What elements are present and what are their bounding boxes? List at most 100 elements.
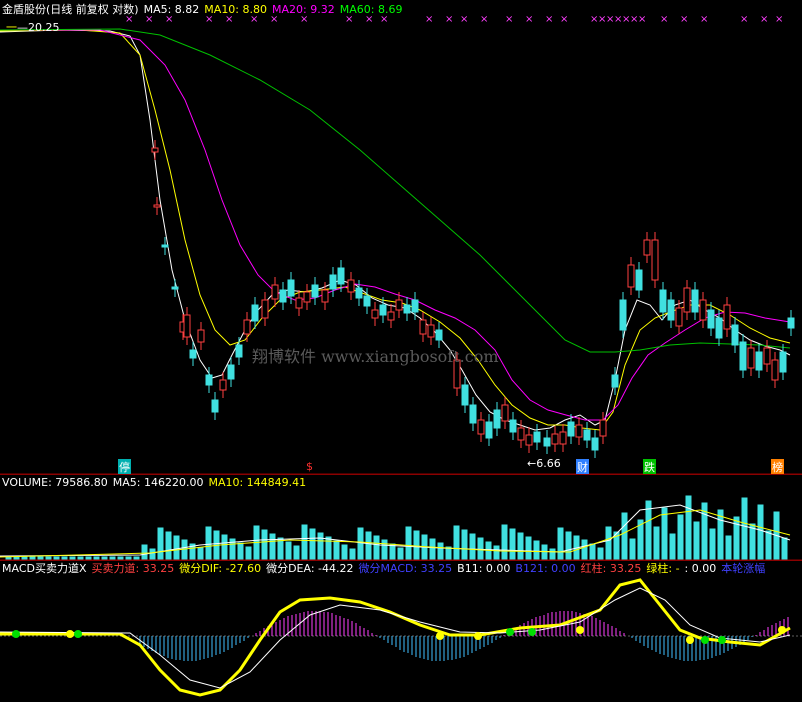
volume-bar — [237, 542, 244, 560]
macd-legend-item-1[interactable]: 买卖力道: 33.25 — [92, 562, 175, 575]
candle-body — [779, 351, 787, 373]
ma-legend-item-3[interactable]: MA60: 8.69 — [340, 3, 403, 16]
candle-body — [427, 324, 435, 338]
candle-body — [651, 239, 659, 281]
volume-bar — [389, 543, 396, 560]
macd-signal-dot-icon — [74, 630, 82, 638]
candle-body — [419, 319, 427, 335]
volume-bar — [149, 548, 156, 560]
volume-bar — [37, 556, 44, 560]
macd-signal-dot-icon — [686, 636, 694, 644]
x-marker-icon: × — [505, 14, 513, 25]
macd-legend-item-0[interactable]: MACD买卖力道X — [2, 562, 87, 575]
candle-body — [683, 287, 691, 313]
volume-bar — [533, 540, 540, 560]
volume-bar — [469, 533, 476, 560]
volume-bar — [493, 545, 500, 560]
event-badge-halt[interactable]: 停 — [118, 459, 131, 475]
ma5-line — [0, 29, 791, 431]
volume-legend-item-1[interactable]: MA5: 146220.00 — [113, 476, 204, 489]
macd-legend-item-9[interactable]: : 0.00 — [685, 562, 717, 575]
volume-bar — [429, 538, 436, 560]
event-badge-finance[interactable]: 财 — [576, 459, 589, 475]
macd-legend-item-2[interactable]: 微分DIF: -27.60 — [179, 562, 261, 575]
volume-bar — [725, 535, 732, 560]
candle-body — [763, 347, 771, 365]
event-badge-dollar[interactable]: $ — [306, 460, 313, 473]
candle-body — [731, 324, 739, 346]
volume-bar — [133, 556, 140, 560]
volume-bar — [677, 514, 684, 560]
candle-body — [485, 421, 493, 439]
ma-legend-item-1[interactable]: MA10: 8.80 — [204, 3, 267, 16]
candle-body — [659, 289, 667, 313]
candle-body — [153, 204, 161, 208]
high-price-value: 20.25 — [28, 21, 60, 34]
candle-body — [189, 349, 197, 359]
macd-legend-item-5[interactable]: B11: 0.00 — [457, 562, 510, 575]
candle-body — [787, 317, 795, 329]
volume-bar — [565, 531, 572, 560]
event-badge-rank[interactable]: 榜 — [771, 459, 784, 475]
volume-bar — [357, 527, 364, 560]
candle-body — [205, 374, 213, 386]
x-marker-icon: × — [740, 14, 748, 25]
ma-lines — [0, 28, 791, 431]
volume-bar — [661, 507, 668, 560]
volume-bar — [21, 556, 28, 560]
volume-bar — [365, 531, 372, 560]
volume-bar — [621, 512, 628, 560]
candle-body — [355, 287, 363, 299]
x-marker-icon: × — [775, 14, 783, 25]
volume-bar — [85, 556, 92, 560]
candle-body — [699, 299, 707, 321]
macd-legend-item-3[interactable]: 微分DEA: -44.22 — [266, 562, 353, 575]
volume-legend-item-0[interactable]: VOLUME: 79586.80 — [2, 476, 108, 489]
volume-bar — [261, 529, 268, 560]
x-marker-icon: × — [460, 14, 468, 25]
macd-legend-item-4[interactable]: 微分MACD: 33.25 — [359, 562, 453, 575]
volume-bar — [589, 543, 596, 560]
event-badge-drop[interactable]: 跌 — [643, 459, 656, 475]
x-marker-icon: × — [480, 14, 488, 25]
volume-bar — [685, 495, 692, 560]
candle-body — [321, 289, 329, 303]
ma-legend-item-2[interactable]: MA20: 9.32 — [272, 3, 335, 16]
candle-body — [371, 309, 379, 319]
macd-signal-dot-icon — [436, 632, 444, 640]
macd-signal-dot-icon — [778, 626, 786, 634]
macd-legend-item-7[interactable]: 红柱: 33.25 — [581, 562, 642, 575]
candle-body — [151, 147, 159, 153]
macd-legend-item-8[interactable]: 绿柱: - — [646, 562, 679, 575]
volume-bar — [509, 528, 516, 560]
high-price-line-icon: — — [17, 21, 28, 34]
volume-bar — [517, 532, 524, 560]
volume-bar — [341, 544, 348, 560]
candle-body — [599, 419, 607, 437]
volume-bar — [781, 537, 788, 560]
volume-bar — [125, 556, 132, 560]
macd-legend-item-10[interactable]: 本轮涨幅 — [721, 562, 765, 575]
volume-bar — [93, 556, 100, 560]
ma-legend-item-0[interactable]: MA5: 8.82 — [144, 3, 200, 16]
x-marker-icon: × — [700, 14, 708, 25]
volume-bar — [757, 504, 764, 560]
volume-bar — [221, 534, 228, 560]
volume-bar — [669, 533, 676, 560]
macd-signal-dot-icon — [12, 630, 20, 638]
macd-signal-dot-icon — [506, 628, 514, 636]
candle-body — [747, 347, 755, 369]
candle-body — [311, 284, 319, 298]
macd-signal-dot-icon — [528, 628, 536, 636]
volume-legend-item-2[interactable]: MA10: 144849.41 — [208, 476, 306, 489]
macd-legend-item-6[interactable]: B121: 0.00 — [515, 562, 575, 575]
volume-bar — [765, 530, 772, 560]
low-price-value: 6.66 — [536, 457, 561, 470]
volume-bar — [693, 521, 700, 560]
volume-bar — [437, 542, 444, 560]
watermark: 翔博软件 www.xiangbosoft.com — [252, 347, 499, 366]
stock-title[interactable]: 金盾股份(日线 前复权 对数) — [2, 3, 139, 16]
volume-bar — [453, 525, 460, 560]
candle-body — [469, 404, 477, 424]
high-price-label: 一—20.25 — [6, 19, 60, 35]
